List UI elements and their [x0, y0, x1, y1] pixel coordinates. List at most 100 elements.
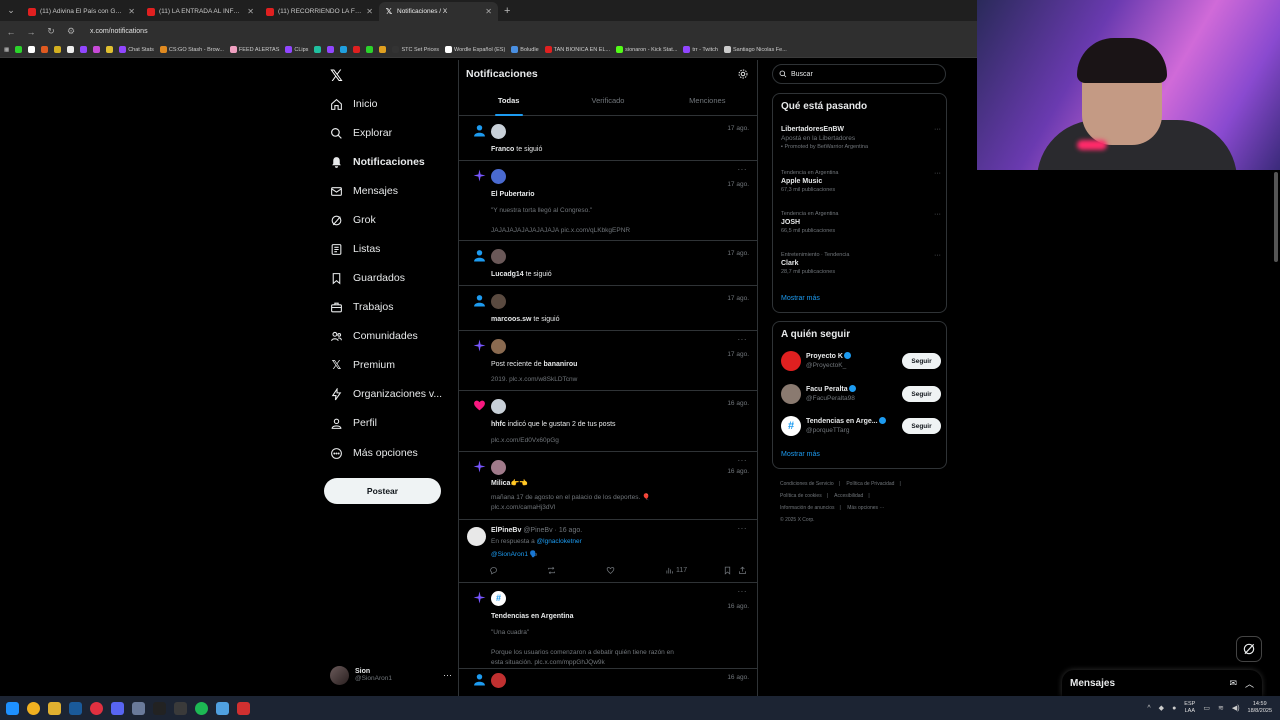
actor-name[interactable]: hhfc — [491, 421, 506, 428]
browser-tab-2[interactable]: (11) LA ENTRADA AL INFRAMUNDO ✕ — [141, 2, 260, 21]
notification-trend[interactable]: # ··· 16 ago. Tendencias en Argentina "U… — [459, 583, 757, 669]
footer-link-accessibility[interactable]: Accesibilidad — [834, 493, 863, 499]
close-icon[interactable]: ✕ — [128, 7, 135, 16]
chrome-icon[interactable] — [27, 701, 40, 715]
footer-link-cookies[interactable]: Política de cookies — [780, 493, 822, 499]
app-icon[interactable] — [174, 701, 187, 715]
x-logo-icon[interactable]: 𝕏 — [330, 66, 343, 86]
url-field[interactable]: x.com/notifications — [90, 28, 148, 35]
nav-item-inicio[interactable]: Inicio — [330, 93, 378, 115]
bookmark-twitch[interactable]: trr - Twitch — [683, 46, 718, 53]
grok-floating-button[interactable] — [1236, 636, 1262, 662]
actor-name[interactable]: Franco — [491, 146, 514, 153]
mention-link[interactable]: @SionAron1 🗣️ — [491, 550, 538, 558]
trend-item[interactable]: LibertadoresEnBW Apostá en la Libertador… — [781, 126, 941, 150]
bookmark-icon[interactable] — [106, 46, 114, 53]
avatar[interactable] — [491, 124, 506, 139]
show-more-follow-link[interactable]: Mostrar más — [781, 451, 820, 458]
bookmark-chat-stats[interactable]: Chat Stats — [119, 46, 154, 53]
app-icon[interactable] — [216, 701, 229, 715]
notification-recent-post[interactable]: ··· 17 ago. Post reciente de bananirou 2… — [459, 331, 757, 391]
bookmark-icon[interactable] — [327, 46, 335, 53]
footer-link-privacy[interactable]: Política de Privacidad — [846, 481, 894, 487]
bookmark-csgo-stash[interactable]: CS:GO Stash - Brow... — [159, 46, 224, 53]
tab-list-icon[interactable]: ⌄ — [0, 0, 22, 21]
bookmark-icon[interactable] — [80, 46, 88, 53]
bookmark-icon[interactable] — [15, 46, 23, 53]
follow-suggestion[interactable]: # Tendencias en Arge... @porqueTTarg Seg… — [781, 415, 941, 437]
avatar[interactable] — [491, 339, 506, 354]
more-horizontal-icon[interactable]: ··· — [934, 170, 941, 177]
hashtag-icon[interactable]: # — [781, 416, 801, 436]
reload-icon[interactable]: ↻ — [46, 26, 56, 37]
bookmark-icon[interactable] — [28, 46, 36, 53]
avatar[interactable] — [781, 351, 801, 371]
bookmark-santiago[interactable]: Santiago Nicolas Fe... — [723, 46, 787, 53]
discord-icon[interactable] — [111, 701, 124, 715]
views-button[interactable]: 117 — [665, 566, 687, 575]
search-input[interactable] — [791, 70, 941, 78]
tab-verificado[interactable]: Verificado — [558, 90, 657, 116]
reply-post[interactable]: ElPineBv @PineBv · 16 ago. ··· En respue… — [459, 520, 757, 583]
notification-recommendation[interactable]: ··· 17 ago. El Pubertario "Y nuestra tor… — [459, 161, 757, 241]
like-icon[interactable] — [606, 566, 615, 575]
notification-follow[interactable]: 17 ago. marcoos.sw te siguió — [459, 286, 757, 331]
notification-recommendation[interactable]: ··· 16 ago. Milica👉👈 mañana 17 de agosto… — [459, 452, 757, 520]
tab-todas[interactable]: Todas — [459, 90, 558, 116]
app-icon[interactable] — [132, 701, 145, 715]
bookmark-icon[interactable] — [93, 46, 101, 53]
avatar[interactable] — [491, 399, 506, 414]
nav-item-trabajos[interactable]: Trabajos — [330, 296, 393, 318]
reply-icon[interactable] — [489, 566, 498, 575]
avatar[interactable] — [467, 527, 486, 546]
reply-to-link[interactable]: @lgnacloketner — [537, 538, 582, 545]
more-horizontal-icon[interactable]: ··· — [934, 126, 941, 133]
hashtag-icon[interactable]: # — [491, 591, 506, 606]
bookmark-tan-bionica[interactable]: TAN BIONICA EN EL... — [544, 46, 610, 53]
avatar[interactable] — [491, 169, 506, 184]
follow-suggestion[interactable]: Facu Peralta @FacuPeralta98 Seguir — [781, 383, 941, 405]
bookmark-stc-set-prices[interactable]: STC Set Prices — [392, 46, 439, 53]
clock[interactable]: 14:59 18/8/2025 — [1248, 701, 1272, 715]
bookmark-icon[interactable] — [54, 46, 62, 53]
bookmark-wordle[interactable]: Wordle Español (ES) — [445, 46, 505, 53]
nav-item-grok[interactable]: Grok — [330, 209, 376, 231]
actor-name[interactable]: El Pubertario — [491, 191, 535, 198]
follow-button[interactable]: Seguir — [902, 353, 941, 369]
notification-follow[interactable]: 17 ago. Franco te siguió — [459, 116, 757, 161]
more-horizontal-icon[interactable]: ··· — [738, 456, 748, 465]
more-horizontal-icon[interactable]: ··· — [738, 524, 748, 533]
avatar[interactable] — [491, 294, 506, 309]
back-icon[interactable]: ← — [6, 27, 16, 37]
repost-icon[interactable] — [547, 566, 556, 575]
post-button[interactable]: Postear — [324, 478, 441, 504]
new-tab-icon[interactable]: + — [498, 2, 516, 21]
nav-item-organizaciones[interactable]: Organizaciones v... — [330, 383, 442, 405]
site-info-icon[interactable]: ⚙ — [66, 26, 76, 37]
more-horizontal-icon[interactable]: ··· — [738, 587, 748, 596]
nav-item-notificaciones[interactable]: Notificaciones — [330, 151, 425, 173]
footer-link-more[interactable]: Más opciones ··· — [847, 505, 884, 511]
trend-item[interactable]: Tendencia en Argentina JOSH 66,5 mil pub… — [781, 211, 941, 234]
gear-icon[interactable] — [737, 68, 749, 80]
nav-item-explorar[interactable]: Explorar — [330, 122, 392, 144]
actor-name[interactable]: Lucadg14 — [491, 271, 524, 278]
steam-icon[interactable] — [69, 701, 82, 715]
obs-icon[interactable] — [153, 701, 166, 715]
footer-link-terms[interactable]: Condiciones de Servicio — [780, 481, 834, 487]
more-horizontal-icon[interactable]: ··· — [443, 670, 452, 680]
chevron-up-icon[interactable]: ︿ — [1245, 677, 1254, 690]
scrollbar-thumb[interactable] — [1274, 172, 1278, 262]
bookmark-icon[interactable] — [314, 46, 322, 53]
search-box[interactable] — [772, 64, 946, 84]
microphone-icon[interactable]: ● — [1172, 705, 1176, 712]
author-name[interactable]: ElPineBv — [491, 527, 521, 534]
actor-name[interactable]: Milica — [491, 480, 510, 487]
browser-tab-1[interactable]: (11) Adivina El País con Gaspi ✕ — [22, 2, 141, 21]
close-icon[interactable]: ✕ — [485, 7, 492, 16]
forward-icon[interactable]: → — [26, 27, 36, 37]
nav-item-comunidades[interactable]: Comunidades — [330, 325, 418, 347]
avatar[interactable] — [781, 384, 801, 404]
bookmark-icon[interactable] — [67, 46, 75, 53]
compose-message-icon[interactable]: ✉ — [1229, 678, 1237, 689]
